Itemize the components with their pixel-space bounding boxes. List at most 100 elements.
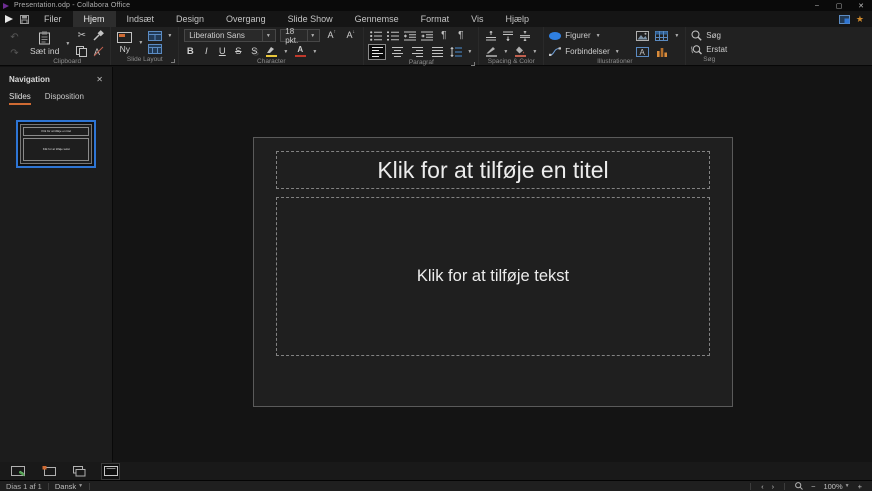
menu-tab-gennemse[interactable]: Gennemse: [344, 11, 410, 27]
zoom-level-selector[interactable]: 100% ▼: [819, 482, 853, 491]
notebookbar-toggle-icon[interactable]: [838, 14, 850, 24]
redo-icon[interactable]: ↷: [7, 48, 22, 61]
insert-table-icon[interactable]: [654, 29, 669, 42]
bold-button[interactable]: B: [184, 45, 196, 58]
shapes-button[interactable]: Figurer ▼: [549, 31, 631, 40]
dialog-launcher-icon[interactable]: [471, 62, 476, 66]
insert-chart-icon[interactable]: [654, 45, 669, 58]
menu-tab-design[interactable]: Design: [165, 11, 215, 27]
tab-slides[interactable]: Slides: [9, 92, 31, 105]
insert-image-icon[interactable]: [635, 29, 650, 42]
new-slide-button[interactable]: Ny: [116, 31, 133, 54]
new-slide-bottom-button[interactable]: [40, 464, 57, 479]
replace-button[interactable]: Erstat: [691, 44, 727, 55]
slide-layout-dropdown-icon[interactable]: ▼: [166, 33, 173, 39]
clone-formatting-icon[interactable]: [92, 29, 105, 42]
grow-font-icon[interactable]: A ↑: [324, 29, 339, 42]
title-placeholder[interactable]: Klik for at tilføje en titel: [276, 151, 710, 189]
connectors-button[interactable]: Forbindelser ▼: [549, 47, 631, 56]
strikethrough-button[interactable]: S: [232, 45, 244, 58]
spacing-below-icon[interactable]: [501, 29, 514, 42]
clear-formatting-icon[interactable]: A: [92, 45, 105, 58]
paste-button[interactable]: Sæt ind: [29, 31, 60, 56]
align-center-button[interactable]: [389, 45, 405, 59]
minimize-button[interactable]: –: [806, 0, 828, 11]
insert-textbox-icon[interactable]: A: [635, 45, 650, 58]
line-color-button[interactable]: [484, 45, 498, 58]
menu-tab-overgang[interactable]: Overgang: [215, 11, 277, 27]
font-color-icon: A: [297, 45, 304, 54]
menu-tab-hjem[interactable]: Hjem: [72, 11, 116, 27]
menu-tab-slideshow[interactable]: Slide Show: [277, 11, 344, 27]
save-icon[interactable]: [20, 14, 29, 24]
menu-tab-vis[interactable]: Vis: [460, 11, 494, 27]
previous-slide-button[interactable]: ‹: [757, 482, 768, 491]
slide-thumbnail[interactable]: Klik for at tilføje en titel Klik for at…: [16, 120, 96, 168]
star-icon[interactable]: ★: [856, 14, 864, 25]
align-right-button[interactable]: [409, 45, 425, 59]
spacing-both-icon[interactable]: [518, 29, 531, 42]
highlight-dropdown-icon[interactable]: ▼: [282, 49, 289, 55]
zoom-in-button[interactable]: +: [854, 482, 866, 491]
new-slide-dropdown-icon[interactable]: ▼: [137, 40, 144, 46]
font-color-button[interactable]: A: [293, 45, 307, 58]
zoom-tool-icon[interactable]: [791, 482, 807, 490]
menu-tab-format[interactable]: Format: [410, 11, 461, 27]
zoom-out-button[interactable]: −: [807, 482, 819, 491]
undo-icon[interactable]: ↶: [7, 32, 22, 45]
numbered-list-icon[interactable]: [386, 29, 399, 42]
menu-tab-hjaelp[interactable]: Hjælp: [495, 11, 541, 27]
line-color-dropdown-icon[interactable]: ▼: [502, 49, 509, 55]
slide-canvas[interactable]: Klik for at tilføje en titel Klik for at…: [113, 67, 872, 462]
shapes-label: Figurer: [565, 31, 591, 40]
navigation-panel-title: Navigation: [9, 75, 50, 84]
font-color-dropdown-icon[interactable]: ▼: [311, 49, 318, 55]
language-selector[interactable]: Dansk ▼: [55, 482, 83, 491]
align-justify-button[interactable]: [429, 45, 445, 59]
underline-button[interactable]: U: [216, 45, 228, 58]
search-button[interactable]: Søg: [691, 30, 727, 41]
line-spacing-dropdown-icon[interactable]: ▼: [466, 49, 473, 55]
shrink-font-icon[interactable]: A ↓: [343, 29, 358, 42]
shadow-button[interactable]: S: [248, 45, 260, 58]
bullet-list-icon[interactable]: [369, 29, 382, 42]
change-layout-button[interactable]: [101, 462, 120, 480]
font-name-combo[interactable]: Liberation Sans ▼: [184, 29, 277, 42]
slide-editing-area[interactable]: Klik for at tilføje en titel Klik for at…: [253, 137, 733, 407]
increase-indent-icon[interactable]: [420, 29, 433, 42]
app-menu-icon[interactable]: [5, 15, 13, 23]
navigation-close-icon[interactable]: ✕: [96, 75, 103, 84]
font-size-combo[interactable]: 18 pkt. ▼: [280, 27, 321, 45]
spacing-above-icon[interactable]: [484, 29, 497, 42]
tab-disposition[interactable]: Disposition: [45, 92, 84, 105]
slide-count-status: Dias 1 af 1: [6, 481, 42, 491]
paste-label: Sæt ind: [30, 46, 60, 56]
content-placeholder[interactable]: Klik for at tilføje tekst: [276, 197, 710, 356]
menu-tab-filer[interactable]: Filer: [33, 11, 73, 27]
text-direction-icon[interactable]: ¶: [454, 29, 467, 42]
fill-color-dropdown-icon[interactable]: ▼: [531, 49, 538, 55]
start-presentation-button[interactable]: [9, 464, 26, 479]
slide-layout-icon[interactable]: [148, 31, 163, 41]
decrease-indent-icon[interactable]: [403, 29, 416, 42]
line-color-icon: [486, 47, 496, 54]
italic-button[interactable]: I: [200, 45, 212, 58]
display-views-icon[interactable]: [148, 44, 163, 54]
dialog-launcher-icon[interactable]: [171, 59, 176, 63]
align-left-button[interactable]: [368, 44, 387, 60]
close-button[interactable]: ✕: [850, 0, 872, 11]
copy-icon[interactable]: [75, 45, 88, 58]
line-spacing-icon[interactable]: [449, 46, 462, 59]
formatting-marks-icon[interactable]: ¶: [437, 29, 450, 42]
next-slide-button[interactable]: ›: [768, 482, 779, 491]
cut-icon[interactable]: ✂: [75, 29, 88, 42]
paste-dropdown-icon[interactable]: ▼: [64, 41, 71, 47]
duplicate-slide-button[interactable]: [71, 464, 88, 479]
insert-table-dropdown-icon[interactable]: ▼: [673, 33, 680, 39]
menu-tab-indsaet[interactable]: Indsæt: [116, 11, 166, 27]
highlight-color-button[interactable]: [264, 45, 278, 58]
fill-color-button[interactable]: [513, 45, 527, 58]
menubar: Filer Hjem Indsæt Design Overgang Slide …: [0, 11, 872, 27]
shapes-icon: [549, 31, 562, 40]
maximize-button[interactable]: ▢: [828, 0, 850, 11]
